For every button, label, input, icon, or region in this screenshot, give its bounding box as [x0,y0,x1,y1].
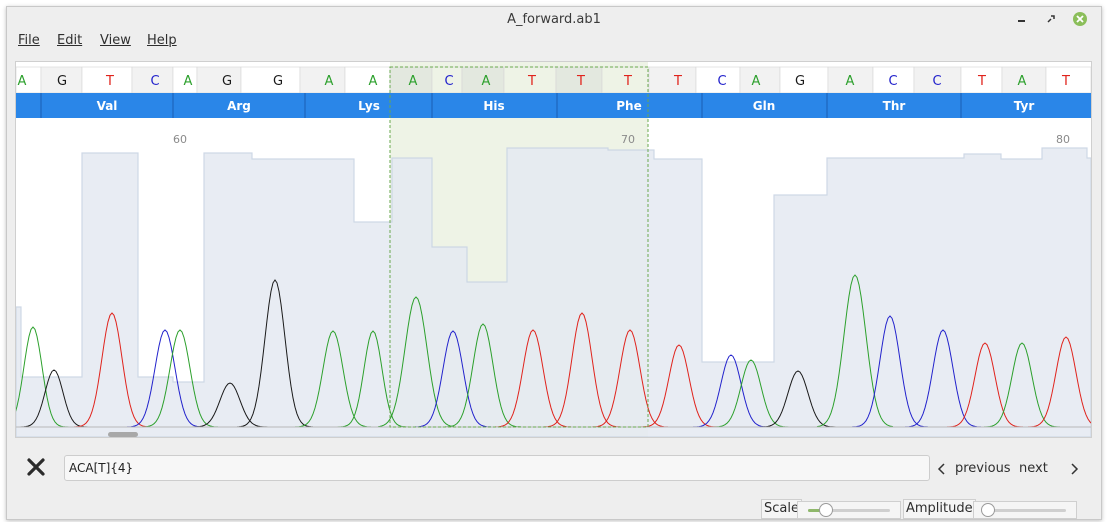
next-button[interactable]: next [1019,461,1048,476]
base-label: G [57,74,67,89]
amino-acid-bar [16,93,1091,118]
menu-edit[interactable]: Edit [57,33,82,48]
base-label: T [576,74,585,89]
amino-acid-label: Gln [753,99,776,113]
menu-help-label: Help [147,33,177,48]
chromatogram-view[interactable]: A G T C A G G A A A C A T T T T C A G A C C T A T Val Arg Lys His Ph… [16,62,1091,437]
base-label: C [444,74,453,89]
base-cell[interactable] [240,66,301,94]
quality-bars [16,147,1091,437]
amplitude-label: Amplitude [903,499,976,519]
base-label: T [527,74,536,89]
amplitude-slider-track [984,509,1066,512]
amino-acid-label: Tyr [1014,99,1035,113]
base-label: G [795,74,805,89]
previous-button[interactable]: previous [955,461,1011,476]
scale-slider[interactable] [797,501,901,519]
menu-file[interactable]: File [18,33,40,48]
menu-file-label: File [18,33,40,48]
amino-acid-label: Thr [883,99,906,113]
position-tick: 70 [621,133,635,146]
base-cell[interactable] [344,66,391,94]
window-title: A_forward.ab1 [507,12,601,27]
close-search-icon[interactable] [23,454,49,480]
amino-acid-label: Lys [358,99,380,113]
menu-view[interactable]: View [100,33,131,48]
base-label: C [932,74,941,89]
base-cell[interactable] [648,66,697,94]
chevron-left-icon[interactable] [935,461,949,477]
scale-label: Scale [761,499,802,519]
amino-acid-label: His [483,99,504,113]
scale-slider-knob[interactable] [818,503,833,517]
base-label: G [222,74,232,89]
horizontal-scrollbar-thumb[interactable] [108,432,138,437]
base-label: C [150,74,159,89]
amplitude-slider-knob[interactable] [981,503,995,517]
app-window: A_forward.ab1 File Edit View Help AGTCAG… [6,6,1102,520]
base-label: A [325,74,334,89]
amino-acid-label: Val [97,99,118,113]
amino-acid-label: Arg [227,99,251,113]
menu-bar: File Edit View Help [7,31,1101,53]
position-tick: 60 [173,133,187,146]
base-label: C [717,74,726,89]
base-label: A [184,74,193,89]
title-bar: A_forward.ab1 [7,7,1101,31]
amplitude-slider[interactable] [973,501,1077,519]
position-tick: 80 [1056,133,1070,146]
base-label: A [752,74,761,89]
search-input[interactable] [64,455,930,481]
chromatogram-panel[interactable]: A G T C A G G A A A C A T T T T C A G A C C T A T Val Arg Lys His Ph… [15,61,1092,438]
amino-acid-label: Phe [616,99,641,113]
base-label: A [1018,74,1027,89]
base-label: G [273,74,283,89]
base-label: T [1061,74,1070,89]
menu-help[interactable]: Help [147,33,177,48]
minimize-icon[interactable] [1013,10,1031,28]
base-label: C [888,74,897,89]
base-label: A [369,74,378,89]
base-label: A [846,74,855,89]
menu-view-label: View [100,33,131,48]
base-label: T [977,74,986,89]
base-label: A [18,74,27,89]
base-cell[interactable] [196,66,242,94]
base-label: T [673,74,682,89]
base-cell[interactable] [299,66,346,94]
base-label: A [409,74,418,89]
base-label: T [623,74,632,89]
menu-edit-label: Edit [57,33,83,48]
base-label: T [105,74,114,89]
chevron-right-icon[interactable] [1067,461,1081,477]
base-label: A [482,74,491,89]
maximize-icon[interactable] [1042,10,1060,28]
close-window-icon[interactable] [1071,10,1089,28]
